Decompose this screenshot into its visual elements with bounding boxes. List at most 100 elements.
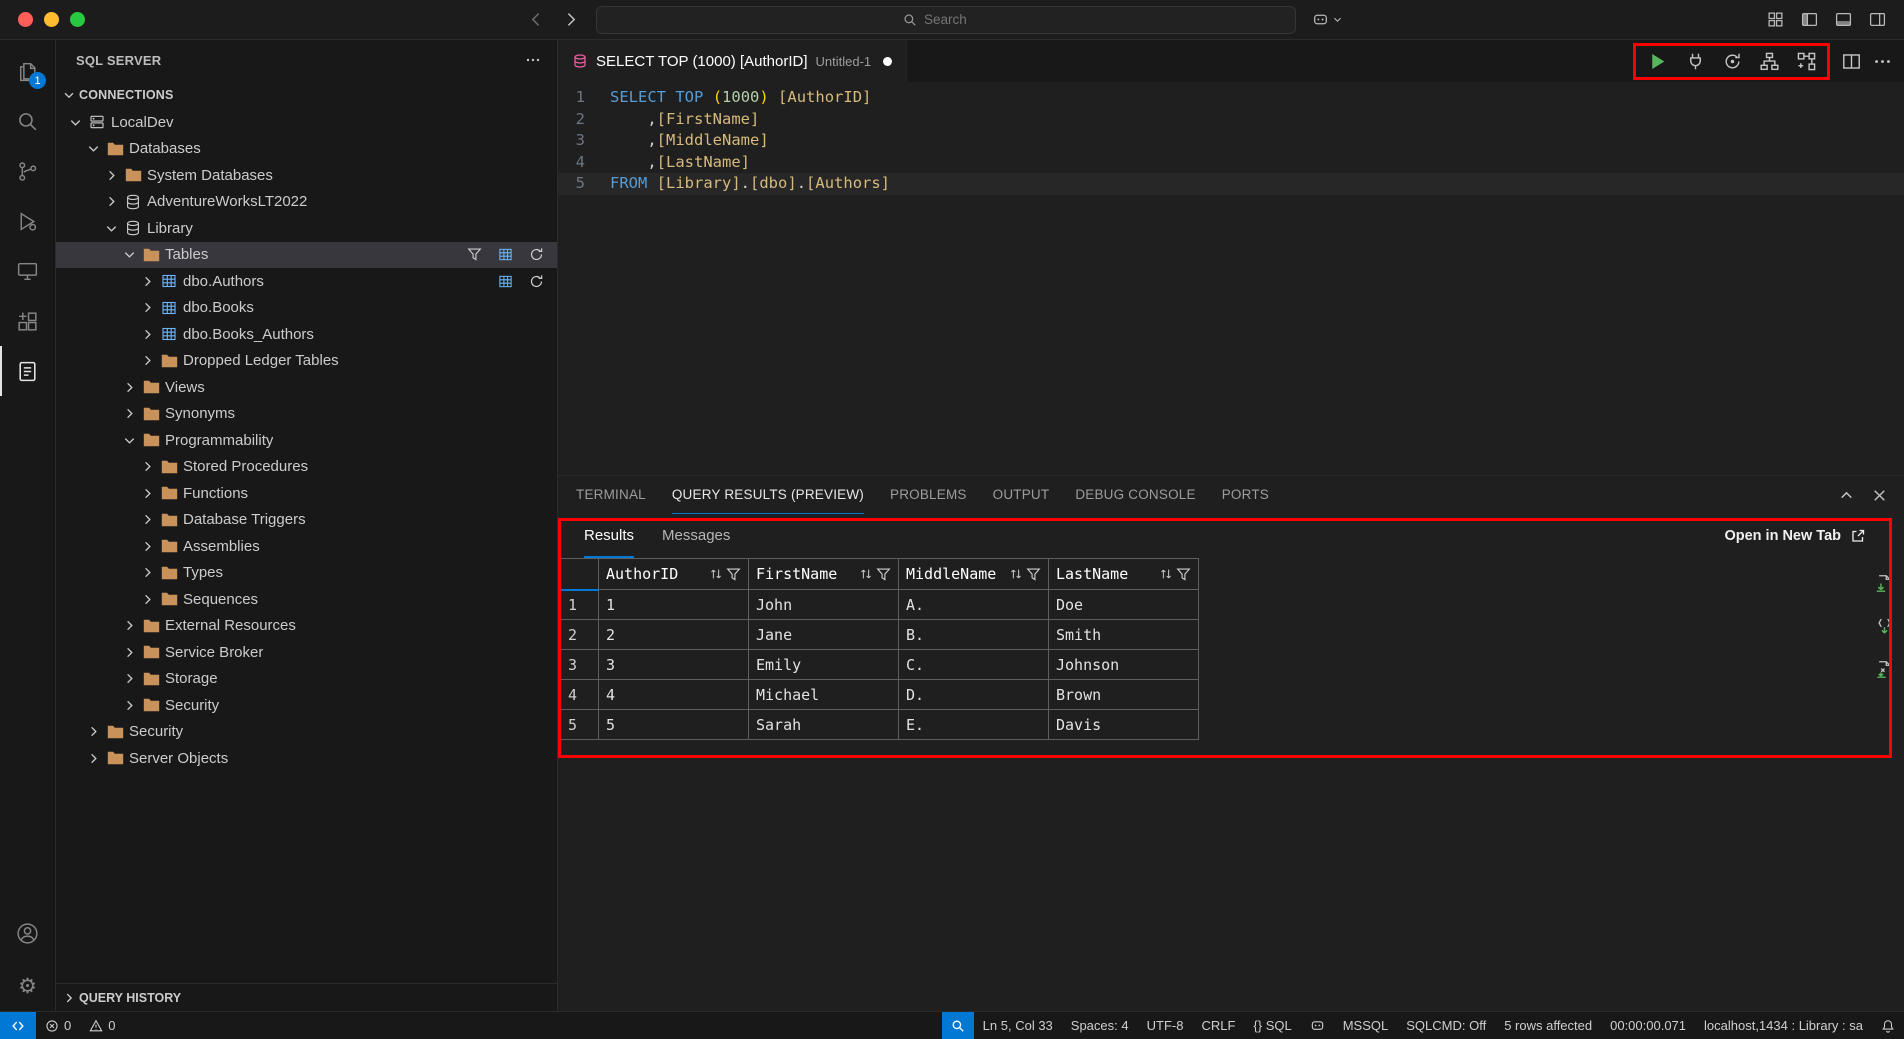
grid-cell[interactable]: E. <box>899 710 1049 740</box>
tree-item-dbo-books[interactable]: dbo.Books <box>56 295 557 322</box>
grid-cell[interactable]: 3 <box>599 650 749 680</box>
copilot-dropdown[interactable] <box>1304 11 1351 28</box>
filter-icon[interactable] <box>1026 567 1041 582</box>
tree-item-dbo-books-authors[interactable]: dbo.Books_Authors <box>56 321 557 348</box>
grid-cell[interactable]: Sarah <box>749 710 899 740</box>
activity-explorer[interactable]: 1 <box>0 46 55 96</box>
grid-row-number[interactable]: 4 <box>561 680 599 710</box>
status-item-sql[interactable]: {} SQL <box>1244 1012 1300 1039</box>
sort-icon[interactable] <box>859 567 873 581</box>
grid-cell[interactable]: Doe <box>1049 590 1199 620</box>
grid-cell[interactable]: 5 <box>599 710 749 740</box>
tree-item-stored-procedures[interactable]: Stored Procedures <box>56 454 557 481</box>
filter-icon[interactable] <box>463 247 485 262</box>
tree-item-dbo-authors[interactable]: dbo.Authors <box>56 268 557 295</box>
grid-row[interactable]: 22JaneB.Smith <box>561 620 1199 650</box>
results-tab-messages[interactable]: Messages <box>662 514 730 558</box>
grid-cell[interactable]: Smith <box>1049 620 1199 650</box>
close-panel-icon[interactable] <box>1871 487 1888 504</box>
tree-item-functions[interactable]: Functions <box>56 480 557 507</box>
tree-item-assemblies[interactable]: Assemblies <box>56 533 557 560</box>
remote-indicator[interactable] <box>0 1012 36 1039</box>
filter-icon[interactable] <box>1176 567 1191 582</box>
status-item-crlf[interactable]: CRLF <box>1192 1012 1244 1039</box>
navigate-back-icon[interactable] <box>520 6 554 34</box>
table-action-icon[interactable] <box>494 247 516 262</box>
activity-sql-server[interactable] <box>0 346 55 396</box>
tree-item-server-objects[interactable]: Server Objects <box>56 745 557 772</box>
refresh-icon[interactable] <box>525 247 547 262</box>
run-query-icon[interactable] <box>1647 51 1668 72</box>
more-actions-icon[interactable] <box>1873 52 1892 71</box>
status-item-0[interactable]: 0 <box>36 1012 80 1039</box>
split-editor-icon[interactable] <box>1842 52 1861 71</box>
status-item-ln-5-col-33[interactable]: Ln 5, Col 33 <box>974 1012 1062 1039</box>
status-item-mssql[interactable]: MSSQL <box>1334 1012 1398 1039</box>
grid-row-number[interactable]: 3 <box>561 650 599 680</box>
save-as-json-icon[interactable] <box>1875 617 1894 636</box>
tree-item-localdev[interactable]: LocalDev <box>56 109 557 136</box>
filter-icon[interactable] <box>876 567 891 582</box>
tree-item-security[interactable]: Security <box>56 719 557 746</box>
grid-cell[interactable]: A. <box>899 590 1049 620</box>
code-line[interactable]: 3 ,[MiddleName] <box>558 130 1904 152</box>
grid-cell[interactable]: Brown <box>1049 680 1199 710</box>
search-input[interactable] <box>924 12 988 27</box>
grid-cell[interactable]: D. <box>899 680 1049 710</box>
status-item-localhost-1434-library-sa[interactable]: localhost,1434 : Library : sa <box>1695 1012 1872 1039</box>
status-item-magnifier[interactable] <box>942 1012 974 1039</box>
grid-cell[interactable]: B. <box>899 620 1049 650</box>
tree-item-service-broker[interactable]: Service Broker <box>56 639 557 666</box>
save-as-excel-icon[interactable] <box>1875 660 1894 679</box>
filter-icon[interactable] <box>726 567 741 582</box>
status-item-sqlcmd-off[interactable]: SQLCMD: Off <box>1397 1012 1495 1039</box>
sort-icon[interactable] <box>1009 567 1023 581</box>
code-line[interactable]: 1SELECT TOP (1000) [AuthorID] <box>558 87 1904 109</box>
table-action-icon[interactable] <box>494 274 516 289</box>
more-actions-icon[interactable] <box>525 52 541 68</box>
activity-remote-explorer[interactable] <box>0 246 55 296</box>
grid-cell[interactable]: Davis <box>1049 710 1199 740</box>
panel-tab-ports[interactable]: PORTS <box>1222 476 1269 514</box>
tree-item-databases[interactable]: Databases <box>56 136 557 163</box>
grid-cell[interactable]: Johnson <box>1049 650 1199 680</box>
panel-tab-problems[interactable]: PROBLEMS <box>890 476 967 514</box>
status-item-00-00-00-071[interactable]: 00:00:00.071 <box>1601 1012 1695 1039</box>
sort-icon[interactable] <box>709 567 723 581</box>
activity-extensions[interactable] <box>0 296 55 346</box>
sort-icon[interactable] <box>1159 567 1173 581</box>
query-history-section-header[interactable]: QUERY HISTORY <box>56 983 557 1011</box>
tree-item-dropped-ledger-tables[interactable]: Dropped Ledger Tables <box>56 348 557 375</box>
grid-column-firstname[interactable]: FirstName <box>749 559 899 590</box>
grid-column-middlename[interactable]: MiddleName <box>899 559 1049 590</box>
grid-row-number[interactable]: 5 <box>561 710 599 740</box>
tree-item-system-databases[interactable]: System Databases <box>56 162 557 189</box>
tree-item-tables[interactable]: Tables <box>56 242 557 269</box>
actual-plan-icon[interactable] <box>1797 52 1816 71</box>
grid-cell[interactable]: Emily <box>749 650 899 680</box>
code-editor[interactable]: 1SELECT TOP (1000) [AuthorID]2 ,[FirstNa… <box>558 82 1904 475</box>
status-item-utf-8[interactable]: UTF-8 <box>1138 1012 1193 1039</box>
close-window-button[interactable] <box>18 12 33 27</box>
code-line[interactable]: 5FROM [Library].[dbo].[Authors] <box>558 173 1904 195</box>
toggle-panel-icon[interactable] <box>1835 11 1852 28</box>
panel-tab-terminal[interactable]: TERMINAL <box>576 476 646 514</box>
tree-item-views[interactable]: Views <box>56 374 557 401</box>
code-line[interactable]: 2 ,[FirstName] <box>558 109 1904 131</box>
change-connection-icon[interactable] <box>1723 52 1742 71</box>
modified-indicator[interactable] <box>883 57 892 66</box>
navigate-forward-icon[interactable] <box>554 6 588 34</box>
activity-accounts[interactable] <box>0 911 55 961</box>
grid-row[interactable]: 11JohnA.Doe <box>561 590 1199 620</box>
tree-item-security[interactable]: Security <box>56 692 557 719</box>
connections-section-header[interactable]: CONNECTIONS <box>56 80 557 109</box>
customize-layout-icon[interactable] <box>1767 11 1784 28</box>
grid-column-lastname[interactable]: LastName <box>1049 559 1199 590</box>
status-item-5-rows-affected[interactable]: 5 rows affected <box>1495 1012 1601 1039</box>
grid-column-authorid[interactable]: AuthorID <box>599 559 749 590</box>
maximize-window-button[interactable] <box>70 12 85 27</box>
grid-cell[interactable]: 2 <box>599 620 749 650</box>
grid-cell[interactable]: 1 <box>599 590 749 620</box>
panel-tab-output[interactable]: OUTPUT <box>993 476 1050 514</box>
status-item-spaces-4[interactable]: Spaces: 4 <box>1062 1012 1138 1039</box>
